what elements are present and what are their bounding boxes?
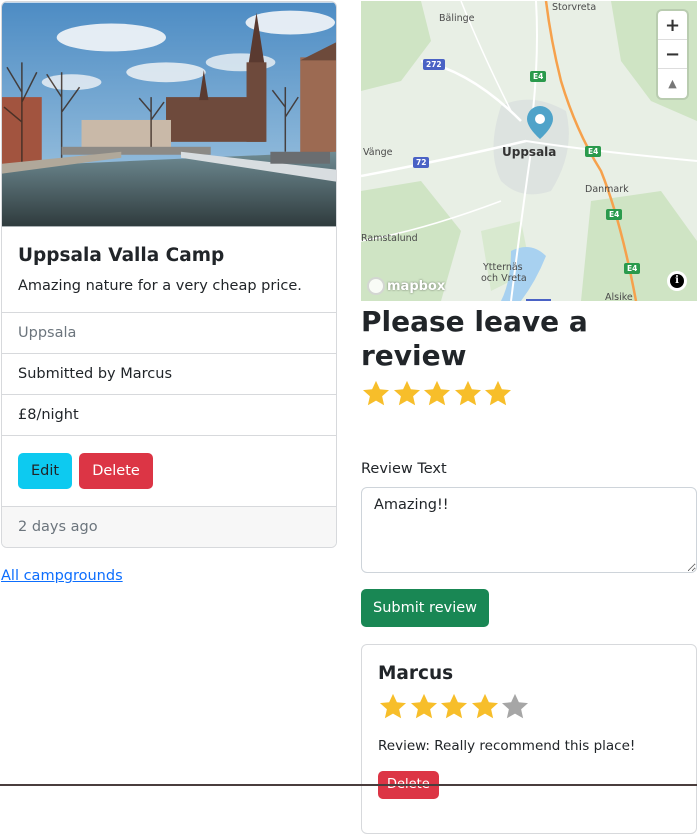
review-card: Marcus Review: Really recommend this pla…	[361, 644, 697, 834]
star-filled-icon	[441, 693, 467, 719]
map[interactable]: Bälinge Storvreta Uppsala Vänge Danmark …	[361, 1, 697, 301]
campground-title: Uppsala Valla Camp	[18, 245, 225, 266]
attribution-info-button[interactable]: i	[667, 271, 687, 291]
route-badge-72: 72	[413, 157, 430, 168]
review-column: Bälinge Storvreta Uppsala Vänge Danmark …	[361, 1, 697, 834]
map-navigation-control: + − ▲	[658, 11, 687, 98]
campground-card-body: Uppsala Valla Camp Amazing nature for a …	[2, 227, 336, 313]
star-filled-icon[interactable]	[422, 379, 452, 409]
info-icon: i	[670, 274, 684, 288]
compass-button[interactable]: ▲	[658, 69, 687, 98]
review-rating	[378, 692, 680, 724]
review-text-input[interactable]: Amazing!!	[361, 487, 697, 573]
star-filled-icon	[380, 693, 406, 719]
star-filled-icon	[471, 693, 498, 719]
map-label-danmark: Danmark	[585, 184, 629, 195]
mapbox-logo-text: mapbox	[387, 278, 446, 294]
campground-card: Uppsala Valla Camp Amazing nature for a …	[1, 1, 337, 548]
star-filled-icon	[410, 693, 437, 719]
all-campgrounds-link[interactable]: All campgrounds	[1, 568, 123, 584]
campground-price: £8/night	[2, 395, 336, 436]
map-label-ramstalund: Ramstalund	[361, 233, 418, 244]
map-label-balinge: Bälinge	[439, 13, 475, 24]
mapbox-logo-icon	[367, 277, 385, 295]
campground-actions: Edit Delete	[2, 436, 336, 507]
route-badge-e4-north: E4	[530, 71, 547, 82]
edit-button[interactable]: Edit	[18, 453, 73, 489]
map-label-alsike: Alsike	[605, 292, 633, 301]
map-label-storvreta: Storvreta	[552, 2, 597, 13]
campground-description: Amazing nature for a very cheap price.	[18, 278, 302, 294]
zoom-in-button[interactable]: +	[658, 11, 687, 40]
map-label-uppsala: Uppsala	[502, 145, 557, 159]
campground-photo	[2, 2, 336, 227]
map-label-ytternas: Ytternäs	[483, 262, 523, 273]
submit-review-button[interactable]: Submit review	[361, 589, 489, 627]
mapbox-logo[interactable]: mapbox	[367, 277, 445, 295]
rating-input[interactable]	[361, 379, 697, 413]
map-label-vange: Vänge	[363, 147, 393, 158]
star-empty-icon	[502, 693, 528, 719]
star-filled-icon[interactable]	[361, 379, 391, 409]
campground-location: Uppsala	[2, 313, 336, 354]
route-badge-e4-south: E4	[606, 209, 623, 220]
star-filled-icon[interactable]	[392, 379, 422, 409]
campground-column: Uppsala Valla Camp Amazing nature for a …	[1, 1, 337, 584]
campground-posted-time: 2 days ago	[2, 507, 336, 547]
route-badge-e4-far-south: E4	[624, 263, 641, 274]
delete-campground-button[interactable]: Delete	[79, 453, 153, 489]
campground-author: Submitted by Marcus	[2, 354, 336, 395]
review-text-label: Review Text	[361, 461, 447, 477]
zoom-out-button[interactable]: −	[658, 40, 687, 69]
star-filled-icon[interactable]	[483, 379, 513, 409]
review-form-title: Please leave a review	[361, 305, 588, 372]
route-badge-272: 272	[423, 59, 445, 70]
map-label-och-vreta: och Vreta	[481, 273, 527, 284]
route-badge-e4-east: E4	[585, 146, 602, 157]
review-author: Marcus	[378, 663, 454, 684]
star-filled-icon[interactable]	[453, 379, 483, 409]
review-body: Review: Really recommend this place!	[378, 738, 636, 754]
